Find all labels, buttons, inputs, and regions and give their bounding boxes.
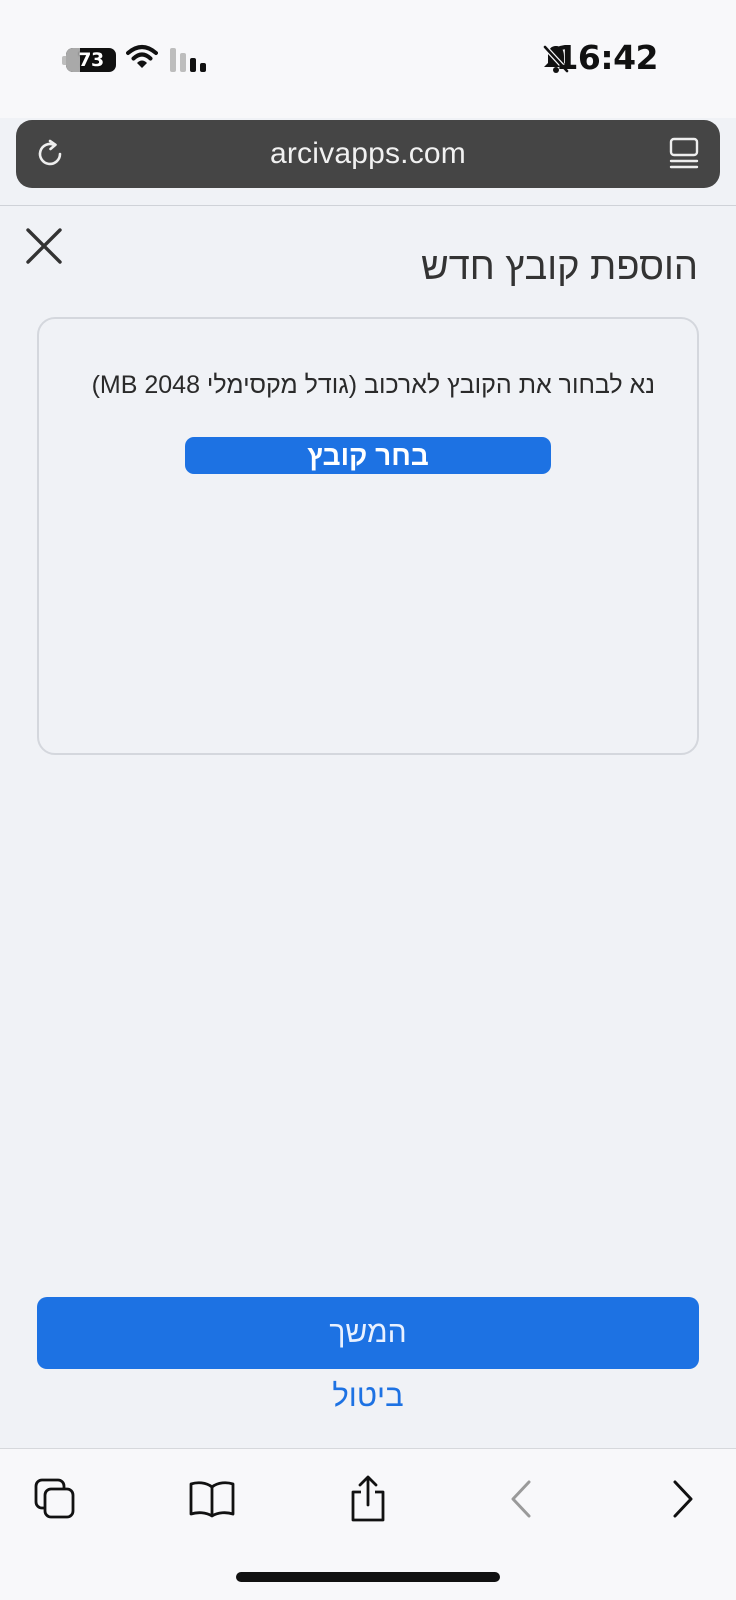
cancel-link[interactable]: ביטול bbox=[268, 1378, 468, 1422]
forward-button[interactable] bbox=[652, 1473, 712, 1525]
continue-button[interactable]: המשך bbox=[37, 1297, 699, 1369]
wifi-icon bbox=[126, 45, 158, 68]
share-icon bbox=[351, 1475, 385, 1522]
address-bar[interactable]: arcivapps.com bbox=[16, 120, 720, 188]
bookmarks-button[interactable] bbox=[182, 1473, 242, 1525]
upload-hint: נא לבחור את הקובץ לארכוב (גודל מקסימלי M… bbox=[91, 371, 655, 399]
share-button[interactable] bbox=[338, 1473, 398, 1525]
back-icon bbox=[511, 1480, 531, 1518]
dialog-title: הוספת קובץ חדש bbox=[420, 246, 698, 288]
tabs-button[interactable] bbox=[25, 1473, 85, 1525]
choose-file-button[interactable]: בחר קובץ bbox=[185, 437, 551, 474]
reader-mode-icon[interactable] bbox=[668, 136, 700, 172]
status-time: 16:42 bbox=[555, 38, 658, 77]
home-indicator bbox=[236, 1572, 500, 1582]
battery-icon: 73 bbox=[66, 48, 116, 72]
back-button[interactable] bbox=[492, 1473, 552, 1525]
status-bar: 73 16:42 bbox=[0, 0, 736, 118]
close-icon[interactable] bbox=[24, 226, 64, 266]
url-text[interactable]: arcivapps.com bbox=[16, 120, 720, 188]
top-divider bbox=[0, 205, 736, 206]
file-upload-card: נא לבחור את הקובץ לארכוב (גודל מקסימלי M… bbox=[37, 317, 699, 755]
forward-icon bbox=[673, 1480, 693, 1518]
tabs-icon bbox=[34, 1478, 75, 1519]
cellular-signal-icon bbox=[170, 48, 206, 72]
bookmarks-icon bbox=[189, 1481, 235, 1518]
battery-level: 73 bbox=[78, 49, 104, 71]
